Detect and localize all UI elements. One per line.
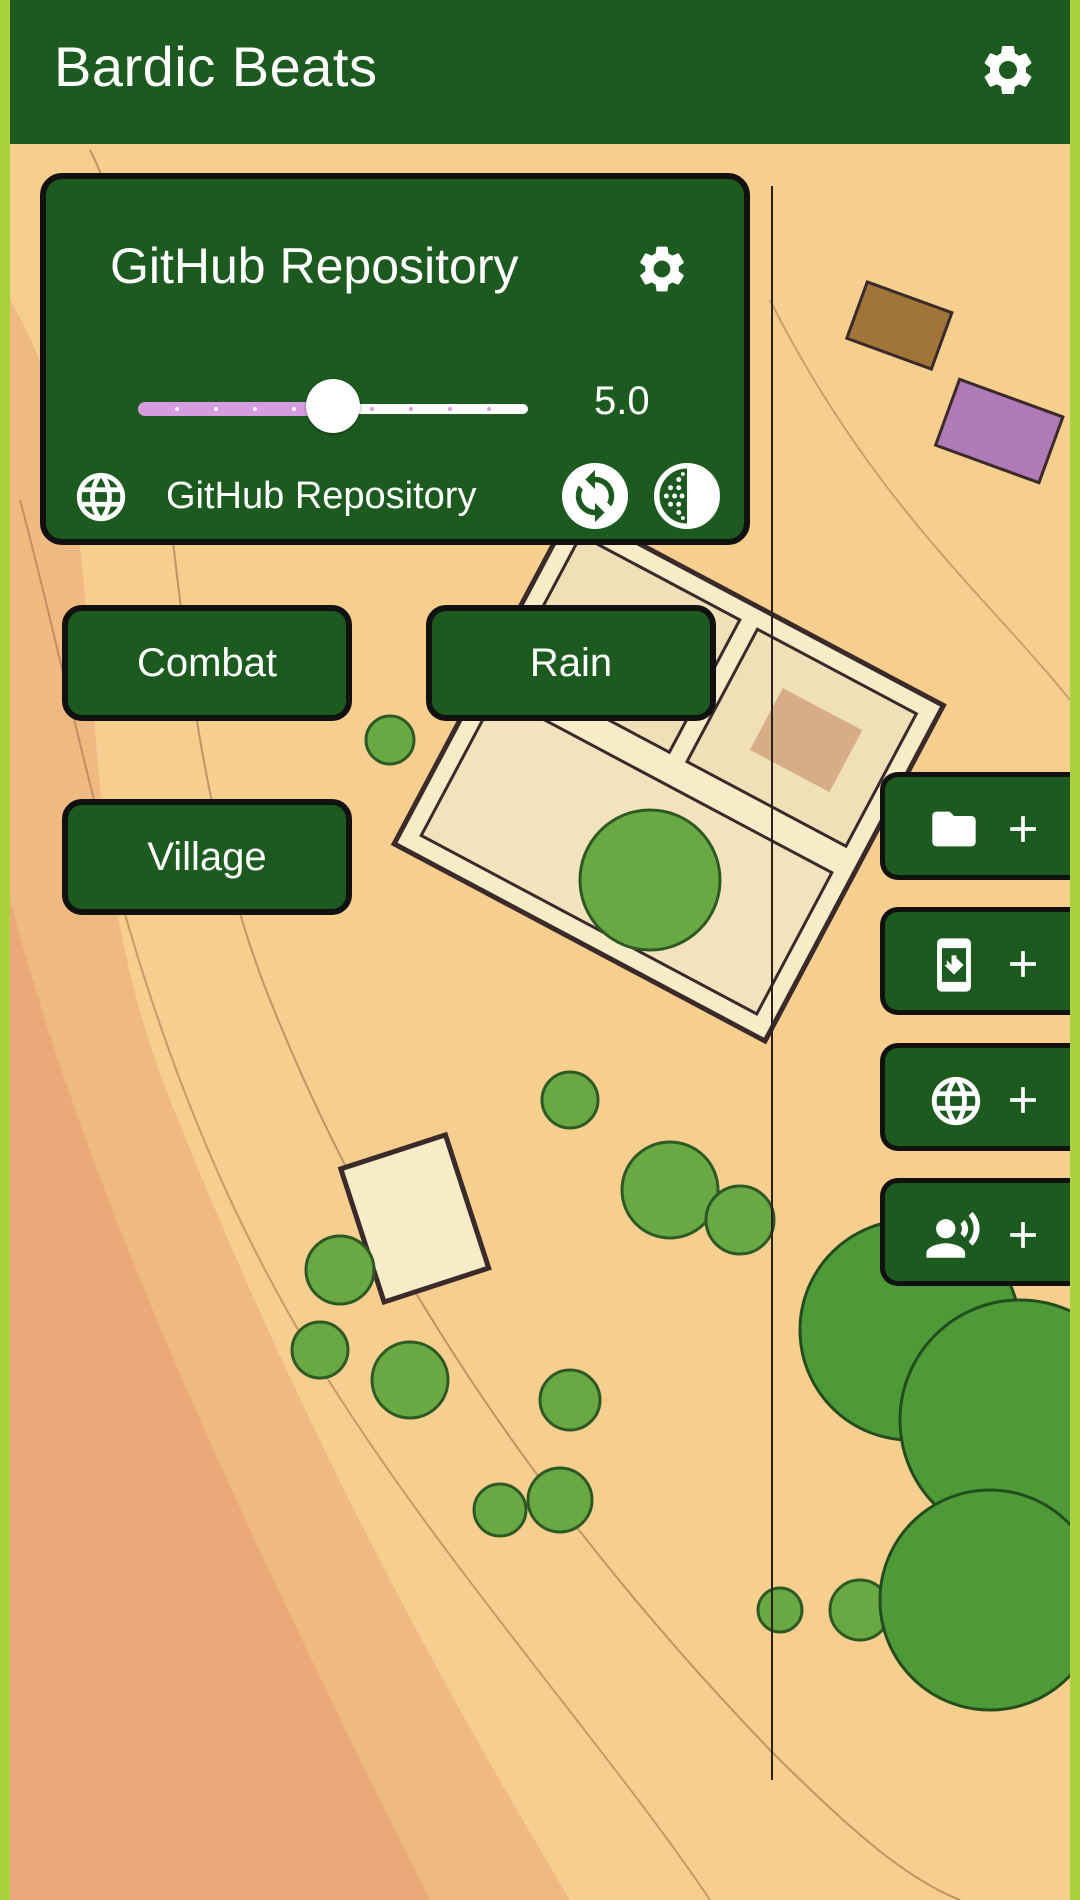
slider-thumb[interactable] <box>306 379 360 433</box>
volume-value: 5.0 <box>594 379 650 423</box>
add-local-file-button[interactable] <box>880 907 1070 1015</box>
voice-icon <box>926 1211 980 1258</box>
volume-slider[interactable] <box>138 379 528 439</box>
slider-tick <box>214 407 218 411</box>
add-folder-button[interactable] <box>880 772 1070 880</box>
app-title: Bardic Beats <box>54 35 378 98</box>
slider-tick <box>253 407 257 411</box>
slider-tick <box>370 407 374 411</box>
plus-icon <box>1010 1087 1036 1113</box>
slider-tick <box>292 407 296 411</box>
card-title: GitHub Repository <box>110 238 519 294</box>
plus-icon <box>1010 816 1036 842</box>
sync-icon[interactable] <box>562 463 628 529</box>
source-label: GitHub Repository <box>166 475 477 517</box>
column-divider <box>771 186 773 1780</box>
globe-icon <box>931 1076 981 1126</box>
scene-button-combat[interactable]: Combat <box>62 605 352 721</box>
app-bar: Bardic Beats <box>10 0 1070 144</box>
slider-tick <box>448 407 452 411</box>
scene-button-rain[interactable]: Rain <box>426 605 716 721</box>
slider-tick <box>487 407 491 411</box>
plus-icon <box>1010 951 1036 977</box>
scene-button-village[interactable]: Village <box>62 799 352 915</box>
app-frame: Bardic Beats GitHub Repository 5.0 GitHu… <box>10 0 1070 1900</box>
gear-icon[interactable] <box>634 241 690 297</box>
source-card: GitHub Repository 5.0 GitHub Repository <box>40 173 750 545</box>
globe-icon <box>76 472 126 522</box>
slider-tick <box>409 407 413 411</box>
slider-fill <box>138 402 333 416</box>
contrast-icon[interactable] <box>654 463 720 529</box>
gear-icon[interactable] <box>978 40 1038 100</box>
phone-download-icon <box>937 938 971 992</box>
slider-tick <box>175 407 179 411</box>
add-voice-button[interactable] <box>880 1178 1070 1286</box>
add-web-source-button[interactable] <box>880 1043 1070 1151</box>
folder-icon <box>932 811 976 847</box>
plus-icon <box>1010 1222 1036 1248</box>
